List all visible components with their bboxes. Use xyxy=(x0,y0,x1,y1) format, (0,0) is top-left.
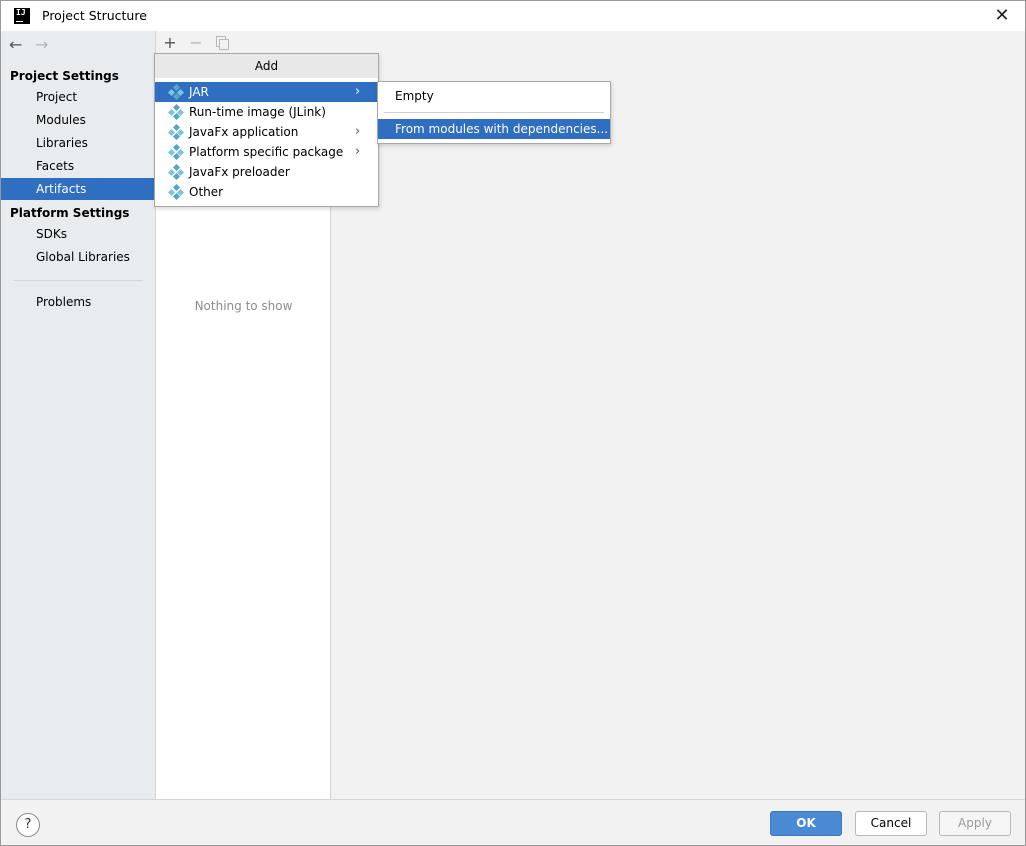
menu-item-label: JAR xyxy=(189,85,209,99)
artifact-details-panel xyxy=(331,31,1025,799)
apply-button[interactable]: Apply xyxy=(939,811,1011,836)
sidebar-item-modules[interactable]: Modules xyxy=(1,109,155,131)
artifact-icon xyxy=(167,163,185,181)
help-button[interactable]: ? xyxy=(16,813,40,837)
artifact-icon xyxy=(167,83,185,101)
artifact-icon xyxy=(167,103,185,121)
submenu-divider xyxy=(384,112,604,113)
sidebar-item-sdks[interactable]: SDKs xyxy=(1,223,155,245)
menu-item-platform-specific-package[interactable]: Platform specific package › xyxy=(155,142,378,162)
artifact-icon xyxy=(167,123,185,141)
submenu-item-empty[interactable]: Empty xyxy=(378,86,610,106)
forward-arrow-icon[interactable]: → xyxy=(35,35,53,55)
ok-button[interactable]: OK xyxy=(770,811,842,836)
intellij-app-icon: IJ xyxy=(14,8,30,24)
title-bar: IJ Project Structure ✕ xyxy=(1,1,1025,31)
artifact-icon xyxy=(167,143,185,161)
artifact-icon xyxy=(167,183,185,201)
close-icon[interactable]: ✕ xyxy=(991,5,1013,27)
sidebar-divider xyxy=(13,280,143,281)
jar-submenu: Empty From modules with dependencies... xyxy=(377,81,611,144)
copy-icon[interactable] xyxy=(216,36,229,50)
project-settings-heading: Project Settings xyxy=(10,69,119,83)
chevron-right-icon: › xyxy=(355,84,361,99)
dialog-button-bar: ? OK Cancel Apply xyxy=(1,799,1025,845)
artifacts-toolbar: + − xyxy=(156,31,331,55)
window-title: Project Structure xyxy=(42,8,147,23)
sidebar-item-problems[interactable]: Problems xyxy=(1,291,155,313)
menu-item-label: Platform specific package xyxy=(189,145,344,159)
cancel-button[interactable]: Cancel xyxy=(855,811,927,836)
submenu-item-from-modules-with-dependencies[interactable]: From modules with dependencies... xyxy=(378,119,610,139)
menu-item-label: Run-time image (JLink) xyxy=(189,105,326,119)
sidebar-item-artifacts[interactable]: Artifacts xyxy=(1,178,155,200)
sidebar-item-facets[interactable]: Facets xyxy=(1,155,155,177)
menu-item-javafx-preloader[interactable]: JavaFx preloader xyxy=(155,162,378,182)
menu-item-other[interactable]: Other xyxy=(155,182,378,202)
add-artifact-popup: Add JAR › Run-time image (JLink) JavaFx … xyxy=(154,53,379,207)
sidebar-item-global-libraries[interactable]: Global Libraries xyxy=(1,246,155,268)
sidebar-item-project[interactable]: Project xyxy=(1,86,155,108)
sidebar: ← → Project Settings Project Modules Lib… xyxy=(1,31,155,799)
remove-icon[interactable]: − xyxy=(186,33,206,53)
menu-item-jar[interactable]: JAR › xyxy=(155,82,378,102)
menu-item-runtime-image[interactable]: Run-time image (JLink) xyxy=(155,102,378,122)
menu-item-label: JavaFx application xyxy=(189,125,299,139)
chevron-right-icon: › xyxy=(355,144,361,159)
add-icon[interactable]: + xyxy=(160,33,180,53)
back-arrow-icon[interactable]: ← xyxy=(9,35,27,55)
menu-item-label: JavaFx preloader xyxy=(189,165,290,179)
popup-title: Add xyxy=(155,54,378,78)
platform-settings-heading: Platform Settings xyxy=(10,206,130,220)
chevron-right-icon: › xyxy=(355,124,361,139)
sidebar-item-libraries[interactable]: Libraries xyxy=(1,132,155,154)
menu-item-javafx-application[interactable]: JavaFx application › xyxy=(155,122,378,142)
menu-item-label: Other xyxy=(189,185,224,199)
empty-list-message: Nothing to show xyxy=(194,299,293,313)
